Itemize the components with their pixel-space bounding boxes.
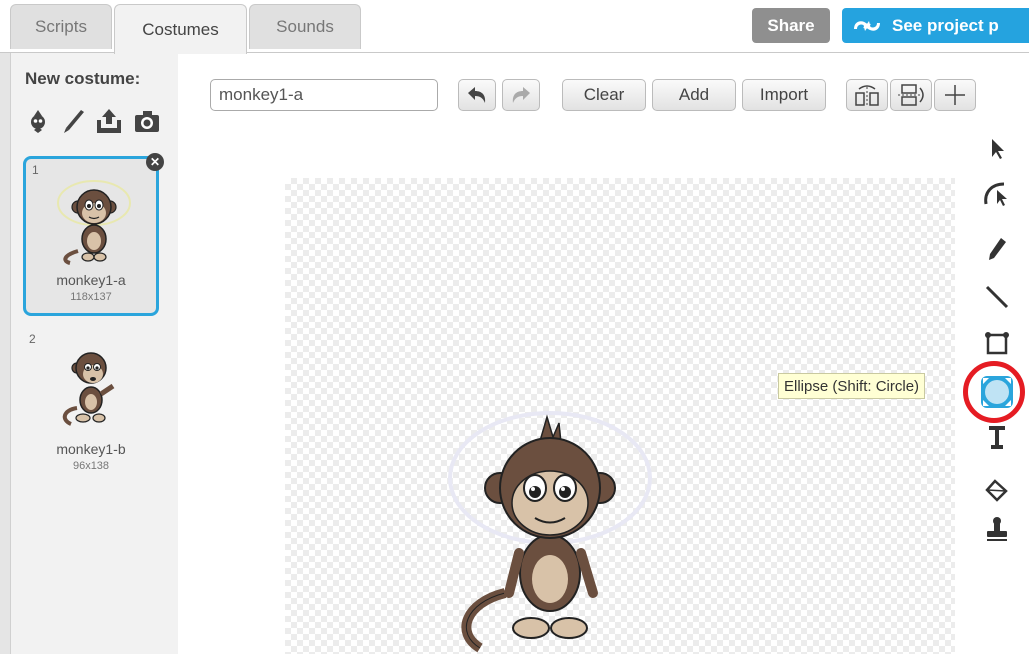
pencil-icon xyxy=(989,238,1006,260)
select-tool[interactable] xyxy=(978,131,1016,167)
rectangle-tool[interactable] xyxy=(978,323,1016,359)
tab-scripts[interactable]: Scripts xyxy=(10,4,112,49)
fill-tool[interactable] xyxy=(978,473,1016,509)
paint-editor: Clear Add Import xyxy=(178,53,1029,654)
rectangle-icon xyxy=(985,332,1009,355)
drawing-canvas[interactable] xyxy=(285,178,955,654)
new-costume-icons xyxy=(25,108,161,134)
costume-size: 118x137 xyxy=(70,291,112,303)
costume-number: 1 xyxy=(32,163,39,177)
undo-button[interactable] xyxy=(458,79,496,111)
tab-bar: Scripts Costumes Sounds Share See projec… xyxy=(0,0,1029,54)
delete-costume-icon[interactable]: ✕ xyxy=(146,153,164,171)
add-button[interactable]: Add xyxy=(652,79,736,111)
stamp-icon xyxy=(987,517,1007,541)
flip-vertical-icon xyxy=(898,84,924,106)
line-tool[interactable] xyxy=(978,279,1016,315)
sprite-library-icon[interactable] xyxy=(25,108,51,134)
flip-horizontal-icon xyxy=(855,85,879,107)
costume-thumbnail xyxy=(57,180,131,265)
import-button[interactable]: Import xyxy=(742,79,826,111)
paint-brush-icon[interactable] xyxy=(61,108,85,134)
costume-sidebar: New costume: 1 ✕ monkey1-a 118x137 2 mon… xyxy=(10,53,179,654)
highlight-ring xyxy=(963,361,1025,423)
costume-number: 2 xyxy=(29,332,36,346)
ellipse-tooltip: Ellipse (Shift: Circle) xyxy=(778,373,926,399)
camera-icon[interactable] xyxy=(133,108,161,134)
select-icon xyxy=(992,139,1004,159)
remix-arrows-icon xyxy=(854,20,880,31)
clear-button[interactable]: Clear xyxy=(562,79,646,111)
flip-horizontal-button[interactable] xyxy=(846,79,888,111)
costume-thumbnail xyxy=(62,352,115,426)
costume-name-input[interactable] xyxy=(210,79,438,111)
upload-icon[interactable] xyxy=(95,108,123,134)
redo-icon xyxy=(512,87,530,103)
see-project-page-button[interactable]: See project p xyxy=(842,8,1029,43)
tab-sounds[interactable]: Sounds xyxy=(249,4,361,49)
undo-icon xyxy=(468,87,486,103)
reshape-tool[interactable] xyxy=(978,175,1016,211)
new-costume-label: New costume: xyxy=(25,69,141,88)
costume-item-monkey1-a[interactable]: 1 ✕ monkey1-a 118x137 xyxy=(23,153,164,316)
set-costume-center-button[interactable] xyxy=(934,79,976,111)
pencil-tool[interactable] xyxy=(978,231,1016,267)
crosshair-icon xyxy=(945,85,965,105)
line-icon xyxy=(985,285,1009,309)
stamp-tool[interactable] xyxy=(978,511,1016,547)
share-button[interactable]: Share xyxy=(752,8,830,43)
monkey-costume-drawing xyxy=(448,411,652,653)
flip-vertical-button[interactable] xyxy=(890,79,932,111)
costume-size: 96x138 xyxy=(72,460,110,472)
costume-name: monkey1-b xyxy=(56,441,126,457)
fill-icon xyxy=(985,479,1008,502)
costume-item-monkey1-b[interactable]: 2 monkey1-b 96x138 xyxy=(23,328,159,488)
text-tool[interactable] xyxy=(978,419,1016,455)
reshape-icon xyxy=(984,182,1007,206)
redo-button[interactable] xyxy=(502,79,540,111)
text-icon xyxy=(989,426,1005,449)
tab-costumes[interactable]: Costumes xyxy=(114,4,247,54)
see-project-label: See project p xyxy=(892,15,999,35)
costume-name: monkey1-a xyxy=(56,272,126,288)
